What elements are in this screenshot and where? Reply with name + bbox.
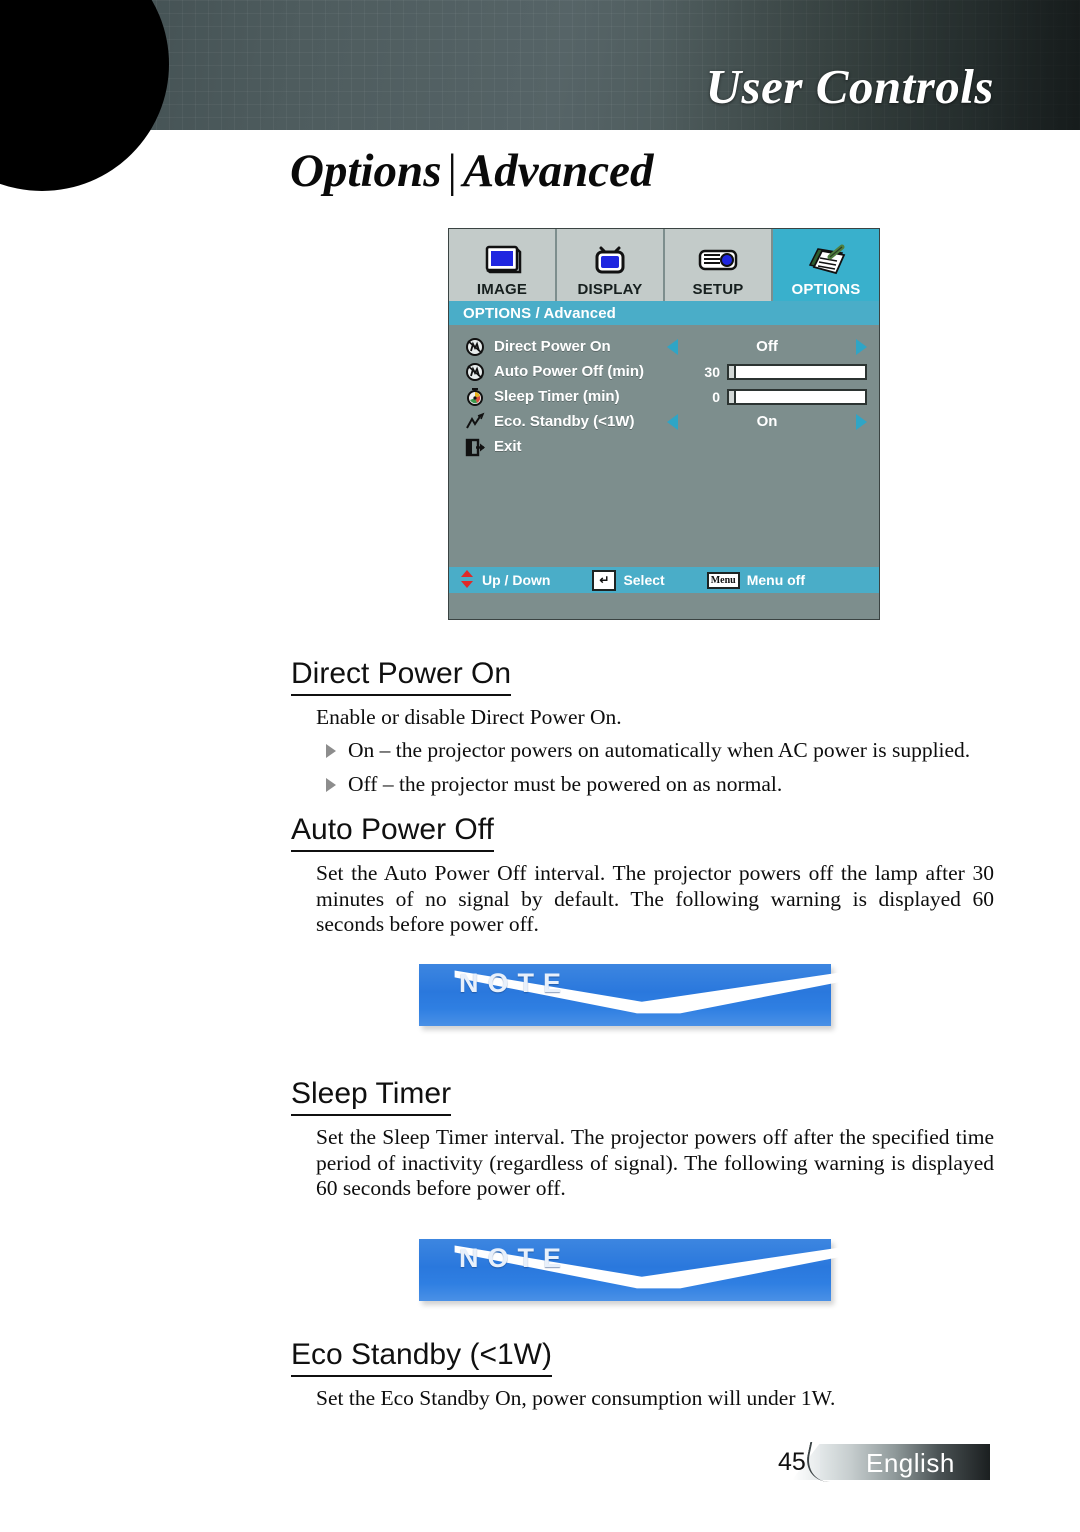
osd-row-label: Auto Power Off (min): [494, 363, 644, 380]
note-banner-label: NOTE: [459, 1243, 571, 1273]
osd-hint-bar: Up / Down ↵ Select Menu Menu off: [449, 567, 879, 593]
bullet-item: On – the projector powers on automatical…: [326, 738, 970, 763]
chart-zigzag-icon: [463, 412, 487, 432]
osd-item-list: Direct Power On Off Auto Power Off (min)…: [449, 325, 879, 593]
osd-row-label: Exit: [494, 438, 522, 455]
bullet-item: Off – the projector must be powered on a…: [326, 772, 782, 797]
osd-row-choice-control[interactable]: On: [667, 413, 867, 430]
page-header-banner: User Controls: [0, 0, 1080, 130]
osd-tab-label: SETUP: [692, 281, 744, 298]
osd-hint-label: Menu off: [746, 572, 806, 588]
osd-row-exit[interactable]: Exit: [449, 434, 879, 459]
osd-tab-label: OPTIONS: [791, 281, 861, 298]
clipboard-pen-icon: [804, 239, 848, 281]
chevron-left-icon[interactable]: [667, 413, 678, 430]
lens-rings: [0, 0, 154, 178]
page-title-secondary: Advanced: [462, 145, 654, 197]
section-body-auto-power-off: Set the Auto Power Off interval. The pro…: [316, 861, 994, 936]
bullet-triangle-icon: [326, 744, 336, 758]
osd-row-sleep-timer[interactable]: Sleep Timer (min) 0: [449, 384, 879, 409]
osd-menu: IMAGE DISPLAY SETUP OPTIONS OPTIONS / Ad…: [448, 228, 880, 620]
osd-breadcrumb: OPTIONS / Advanced: [449, 301, 879, 325]
section-heading-sleep-timer: Sleep Timer: [291, 1077, 452, 1116]
osd-hint-menu-off: Menu Menu off: [706, 571, 806, 589]
osd-row-value: Off: [756, 338, 778, 355]
osd-tab-display[interactable]: DISPLAY: [557, 229, 665, 301]
osd-row-slider-control[interactable]: 0: [667, 388, 867, 405]
chevron-right-icon[interactable]: [856, 413, 867, 430]
osd-row-auto-power-off[interactable]: Auto Power Off (min) 30: [449, 359, 879, 384]
monitor-icon: [482, 239, 522, 281]
osd-row-eco-standby[interactable]: Eco. Standby (<1W) On: [449, 409, 879, 434]
osd-tab-options[interactable]: OPTIONS: [773, 229, 879, 301]
header-title: User Controls: [705, 59, 994, 114]
timer-icon: [463, 387, 487, 407]
osd-row-direct-power-on[interactable]: Direct Power On Off: [449, 334, 879, 359]
page-number: 45: [778, 1448, 806, 1476]
bullet-text: Off – the projector must be powered on a…: [348, 772, 783, 796]
osd-hint-label: Up / Down: [482, 572, 551, 588]
chevron-left-icon[interactable]: [667, 338, 678, 355]
osd-row-value: On: [756, 413, 778, 430]
osd-tab-setup[interactable]: SETUP: [665, 229, 773, 301]
osd-slider-value: 30: [704, 363, 720, 380]
section-body-eco-standby: Set the Eco Standby On, power consumptio…: [316, 1386, 836, 1410]
projector-icon: [696, 239, 740, 281]
page-title: Options | Advanced: [290, 144, 654, 198]
osd-row-choice-control[interactable]: Off: [667, 338, 867, 355]
section-intro-direct-power-on: Enable or disable Direct Power On.: [316, 705, 622, 729]
osd-slider-track[interactable]: [727, 388, 867, 405]
osd-hint-label: Select: [623, 572, 665, 588]
bullet-text: On – the projector powers on automatical…: [348, 738, 971, 762]
page-title-primary: Options: [290, 145, 442, 197]
power-circle-icon: [463, 362, 487, 382]
tv-icon: [590, 239, 630, 281]
note-banner: NOTE: [405, 942, 925, 1038]
menu-key-icon: Menu: [706, 571, 740, 589]
exit-door-icon: [463, 437, 487, 457]
osd-hint-select: ↵ Select: [592, 569, 665, 591]
osd-slider-thumb[interactable]: [727, 388, 736, 405]
footer-language-label: English: [866, 1448, 955, 1478]
osd-row-label: Direct Power On: [494, 338, 611, 355]
bullet-triangle-icon: [326, 778, 336, 792]
osd-row-slider-control[interactable]: 30: [667, 363, 867, 380]
section-heading-eco-standby: Eco Standby (<1W): [291, 1338, 552, 1377]
osd-row-label: Eco. Standby (<1W): [494, 413, 635, 430]
osd-tab-label: DISPLAY: [577, 281, 643, 298]
chevron-right-icon[interactable]: [856, 338, 867, 355]
osd-tab-bar: IMAGE DISPLAY SETUP OPTIONS: [449, 229, 879, 301]
osd-slider-track[interactable]: [727, 363, 867, 380]
note-banner: NOTE: [405, 1217, 925, 1313]
section-body-sleep-timer: Set the Sleep Timer interval. The projec…: [316, 1125, 994, 1200]
power-circle-icon: [463, 337, 487, 357]
section-heading-direct-power-on: Direct Power On: [291, 657, 512, 696]
osd-tab-label: IMAGE: [476, 281, 528, 298]
osd-slider-value: 0: [712, 388, 720, 405]
enter-key-icon: ↵: [592, 569, 617, 591]
up-down-arrows-icon: [459, 569, 475, 592]
osd-slider-thumb[interactable]: [727, 363, 736, 380]
osd-row-label: Sleep Timer (min): [494, 388, 620, 405]
osd-tab-image[interactable]: IMAGE: [449, 229, 557, 301]
note-banner-label: NOTE: [459, 968, 571, 998]
camera-lens-icon: [0, 0, 154, 178]
page-title-separator: |: [447, 145, 457, 197]
osd-hint-up-down: Up / Down: [459, 569, 550, 592]
section-heading-auto-power-off: Auto Power Off: [291, 813, 494, 852]
